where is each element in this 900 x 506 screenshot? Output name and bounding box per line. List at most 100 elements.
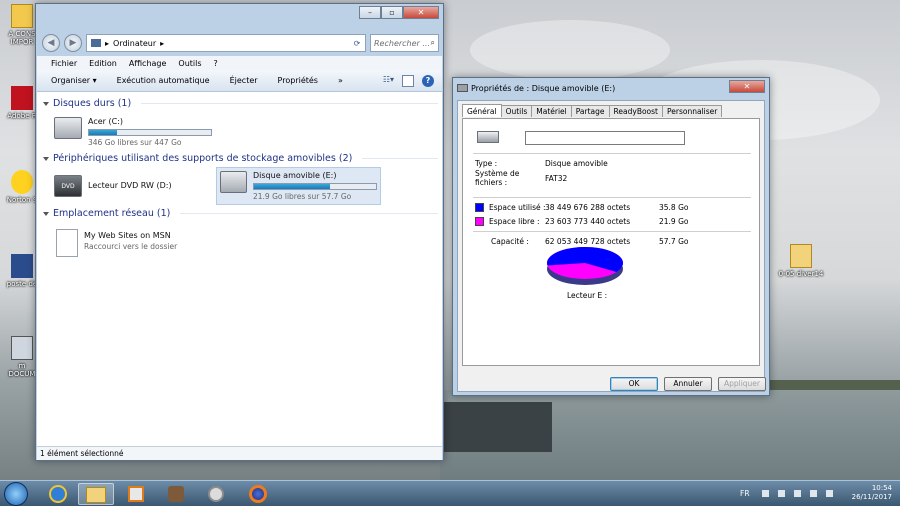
collapse-icon[interactable] [43,156,49,161]
menu-help[interactable]: ? [214,59,218,68]
menu-affichage[interactable]: Affichage [129,59,167,68]
type-label: Type : [475,159,498,168]
firefox-icon [249,485,267,503]
network-item-desc: Raccourci vers le dossier [84,242,178,251]
window-controls: – ▫ ✕ [359,6,439,19]
tab-general[interactable]: Général [462,104,502,117]
tray-arrow-icon[interactable] [762,490,769,497]
forward-button[interactable]: ▶ [64,34,82,52]
taskbar-firefox[interactable] [240,483,276,505]
tab-readyboost[interactable]: ReadyBoost [608,105,663,117]
address-bar[interactable]: ▸ Ordinateur ▸ ⟳ [86,34,366,52]
clock[interactable]: 10:54 26/11/2017 [852,484,892,502]
organize-button[interactable]: Organiser ▾ [51,76,97,85]
help-icon[interactable]: ? [422,74,434,87]
close-button[interactable]: ✕ [403,6,439,19]
internet-explorer-icon [49,485,67,503]
minimize-button[interactable]: – [359,6,381,19]
tray-battery-icon[interactable] [810,490,817,497]
usb-drive-icon [220,171,247,193]
taskbar-media[interactable] [118,483,154,505]
tab-personnaliser[interactable]: Personnaliser [662,105,723,117]
search-icon[interactable]: ⌕ [431,38,435,48]
tab-materiel[interactable]: Matériel [531,105,572,117]
volume-name-input[interactable] [525,131,685,145]
properties-button[interactable]: Propriétés [278,76,318,85]
usage-pie-chart [547,246,624,285]
preview-pane-icon[interactable] [402,74,414,87]
properties-dialog: Propriétés de : Disque amovible (E:) ✕ G… [452,77,770,396]
folder-icon [11,4,33,28]
drive-c[interactable]: Acer (C:) 346 Go libres sur 447 Go [51,114,215,150]
collapse-icon[interactable] [43,211,49,216]
hard-drive-icon [54,117,82,139]
apply-button[interactable]: Appliquer [718,377,766,391]
eject-button[interactable]: Éjecter [230,76,258,85]
tray-volume-icon[interactable] [826,490,833,497]
group-hard-disks[interactable]: Disques durs (1) [43,98,438,109]
general-panel: Type : Disque amovible Système de fichie… [462,118,760,366]
usage-bar [253,183,377,190]
drive-d[interactable]: DVD Lecteur DVD RW (D:) [51,172,175,200]
cancel-button[interactable]: Annuler [664,377,712,391]
breadcrumb-ordinateur[interactable]: Ordinateur [113,39,156,48]
drive-e[interactable]: Disque amovible (E:) 21.9 Go libres sur … [216,167,381,205]
breadcrumb-arrow-icon: ▸ [105,38,110,48]
menu-fichier[interactable]: Fichier [51,59,77,68]
breadcrumb-arrow-icon[interactable]: ▸ [160,39,164,48]
tab-outils[interactable]: Outils [500,105,533,117]
free-bytes: 23 603 773 440 octets [545,217,631,226]
maximize-button[interactable]: ▫ [381,6,403,19]
capacity-gb: 57.7 Go [659,237,689,246]
filesystem-value: FAT32 [545,174,568,183]
tools-icon [168,486,184,502]
menu-edition[interactable]: Edition [89,59,117,68]
collapse-icon[interactable] [43,101,49,106]
tab-partage[interactable]: Partage [570,105,610,117]
taskbar-tools[interactable] [158,483,194,505]
start-button[interactable] [4,482,28,506]
close-button[interactable]: ✕ [729,80,765,93]
taskbar-explorer[interactable] [78,483,114,505]
tab-strip: Général Outils Matériel Partage ReadyBoo… [462,104,723,117]
group-removable[interactable]: Périphériques utilisant des supports de … [43,153,438,164]
command-bar: Organiser ▾ Exécution automatique Éjecte… [37,70,442,92]
taskbar-ie[interactable] [40,483,76,505]
folder-icon [790,244,812,268]
network-location[interactable]: My Web Sites on MSN Raccourci vers le do… [53,226,180,260]
autoplay-button[interactable]: Exécution automatique [117,76,210,85]
media-player-icon [128,486,144,502]
used-bytes: 38 449 676 288 octets [545,203,631,212]
capacity-label: Capacité : [491,237,529,246]
tray-network-icon[interactable] [794,490,801,497]
language-indicator[interactable]: FR [740,489,750,498]
search-input[interactable]: Rechercher ... ⌕ [370,34,439,52]
menu-outils[interactable]: Outils [178,59,201,68]
ok-button[interactable]: OK [610,377,658,391]
more-button[interactable]: » [338,76,343,85]
usage-bar [88,129,212,136]
free-label: Espace libre : [489,217,540,226]
used-color-swatch [475,203,484,212]
view-options-icon[interactable]: ☷▾ [383,75,394,87]
network-item-name: My Web Sites on MSN [84,231,171,240]
refresh-icon[interactable]: ⟳ [349,39,365,48]
clock-time: 10:54 [871,484,892,492]
taskbar: FR 10:54 26/11/2017 [0,480,900,506]
usb-drive-icon [477,131,499,143]
group-network[interactable]: Emplacement réseau (1) [43,208,438,219]
back-button[interactable]: ◀ [42,34,60,52]
folder-icon [86,487,106,503]
drive-free: 346 Go libres sur 447 Go [88,138,182,147]
tray-flag-icon[interactable] [778,490,785,497]
navigation-bar: ◀ ▶ ▸ Ordinateur ▸ ⟳ Rechercher ... ⌕ [42,32,439,54]
desktop-icon-diver14[interactable]: 0-05 diver14 [776,244,826,278]
usage-fill [254,184,330,189]
toolbar-right: ☷▾ ? [383,74,442,87]
computer-icon [11,336,33,360]
taskbar-paint[interactable] [198,483,234,505]
clock-date: 26/11/2017 [851,493,892,501]
status-bar: 1 élément sélectionné [37,446,442,460]
adobe-reader-icon [11,86,33,110]
usb-drive-icon [457,84,468,92]
